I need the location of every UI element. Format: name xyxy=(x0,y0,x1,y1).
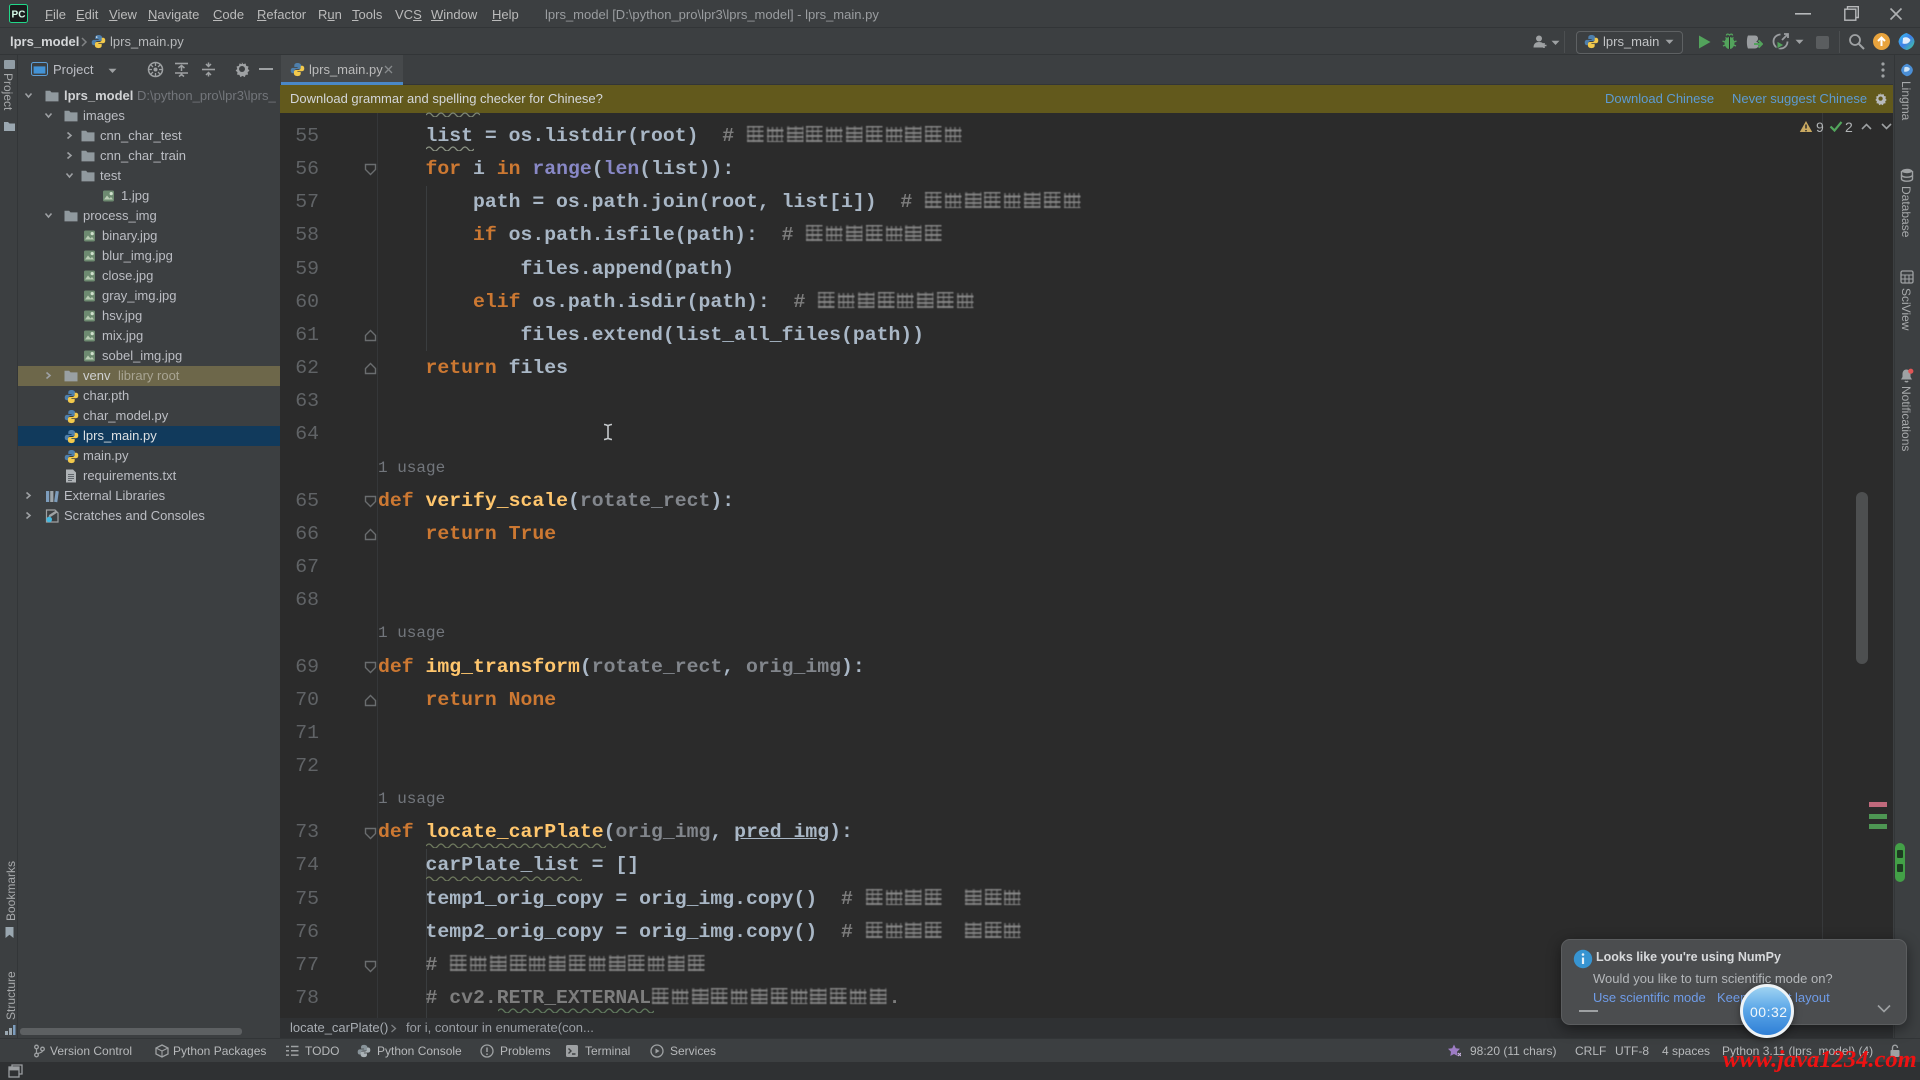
svg-text:PC: PC xyxy=(12,10,26,21)
